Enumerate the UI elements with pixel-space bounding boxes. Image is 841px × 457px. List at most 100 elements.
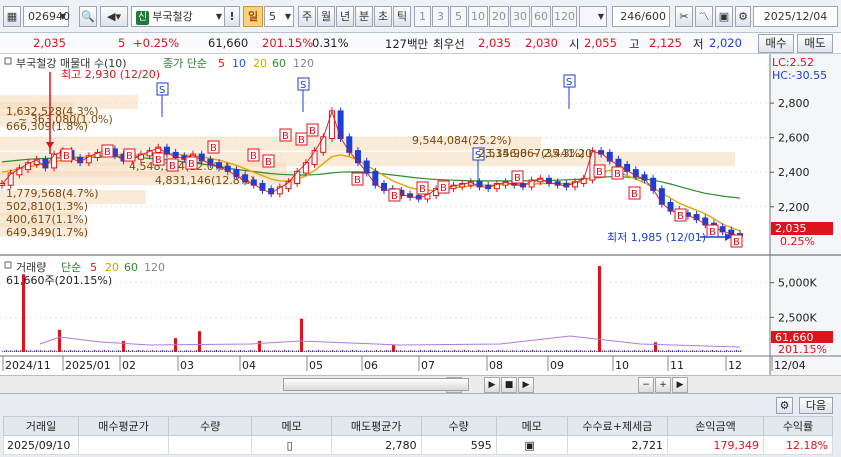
zoom-out-button[interactable]: − [638,377,654,393]
volume-bar [32,350,34,352]
col-sell-qty[interactable]: 수량 [420,416,497,436]
chart-type-icon[interactable]: 〽 [695,6,713,27]
minute-120-button[interactable]: 120 [552,6,577,27]
period-second-button[interactable]: 초 [374,6,392,27]
volume-bar [244,350,246,352]
scroll-end-button[interactable]: ▶ [672,377,688,393]
minute-10-button[interactable]: 10 [468,6,488,27]
volume-bar [220,350,222,352]
tools-icon[interactable]: ✂ [675,6,693,27]
x-tick-label: 12/04 [774,359,806,372]
buy-memo-icon[interactable]: ▯ [251,435,332,455]
volume-bar [572,350,574,352]
next-button[interactable]: 다음 [799,397,833,414]
speaker-icon[interactable]: ◀▾ [100,6,128,27]
volume-bar [710,350,712,352]
minute-60-button[interactable]: 60 [531,6,551,27]
period-day-button[interactable]: 일 [243,6,263,27]
minute-20-button[interactable]: 20 [489,6,509,27]
volume-bar [86,350,88,352]
volume-bar [68,350,70,352]
sell-button[interactable]: 매도 [797,34,833,53]
stock-tag-badge: 신 [136,11,150,25]
volume-bar [356,350,358,352]
col-trade-date[interactable]: 거래일 [2,416,80,436]
volume-bar [204,350,206,352]
col-buy-memo[interactable]: 메모 [251,416,332,436]
buy-marker-text: B [155,155,162,166]
period-tick-button[interactable]: 틱 [393,6,411,27]
menu-grid-icon[interactable]: ▦ [3,6,21,27]
volume-bar [368,350,370,352]
minute-1-button[interactable]: 1 [414,6,431,27]
volume-bar [626,350,628,352]
volume-bar [70,349,72,352]
period-month-button[interactable]: 월 [317,6,335,27]
buy-marker-text: B [265,157,272,168]
best-label: 최우선 [433,37,465,51]
play-button[interactable]: ▶ [484,377,500,393]
buy-marker-text: B [298,135,305,146]
period-week-button[interactable]: 주 [298,6,316,27]
settings-icon[interactable]: ⚙ [776,397,793,414]
search-icon[interactable]: 🔍 [79,6,97,27]
date-field[interactable]: 2025/12/04 [753,6,838,27]
volume-bar [262,350,264,352]
stock-code-input[interactable]: 026940 ▼ [23,6,70,27]
col-buy-qty[interactable]: 수량 [167,416,253,436]
volume-bar [338,351,340,352]
buy-marker-text: B [733,237,740,248]
volume-bar [164,350,166,352]
scroll-thumb[interactable] [283,378,469,391]
period-year-button[interactable]: 년 [336,6,354,27]
stock-name-field[interactable]: 신 부국철강 ▼ [131,6,225,27]
chevron-down-icon[interactable]: ▼ [598,7,604,26]
chart-scrollbar[interactable]: ◀ ▶ ■ ▶ − + ▶ [0,375,841,393]
period-minute-button[interactable]: 분 [355,6,373,27]
volume-bar [354,350,356,352]
col-sell-avg[interactable]: 매도평균가 [330,416,422,436]
volume-bar [492,350,494,352]
volume-bar [596,351,598,352]
volume-bar [720,350,722,352]
buy-button[interactable]: 매수 [758,34,794,53]
volume-bar [444,350,446,352]
sell-memo-icon[interactable]: ▣ [495,435,568,455]
chevron-down-icon[interactable]: ▼ [216,7,222,26]
col-yield[interactable]: 수익률 [763,416,833,436]
minute-5-button[interactable]: 5 [450,6,467,27]
col-sell-memo[interactable]: 메모 [495,416,568,436]
col-buy-avg[interactable]: 매수평균가 [78,416,169,436]
volume-bar [414,350,416,352]
zoom-in-button[interactable]: + [655,377,671,393]
volume-bar [542,351,544,352]
quote-bar: 2,035 5 +0.25% 61,660 201.15% 0.31% 127백… [0,33,841,54]
gear-icon[interactable]: ⚙ [735,6,751,27]
minute-30-button[interactable]: 30 [510,6,530,27]
col-fees[interactable]: 수수료+제세금 [566,416,668,436]
col-pnl[interactable]: 손익금액 [666,416,765,436]
count-field[interactable]: 246/600 [612,6,670,27]
volume-bar [290,350,292,352]
volume-bar [558,350,560,352]
current-volume-label: 61,660주(201.15%) [6,274,112,287]
alert-button[interactable]: ! [224,6,240,27]
chevron-down-icon[interactable]: ▼ [60,7,66,26]
period-combo[interactable]: ▼ [579,6,607,27]
scroll-right-button[interactable]: ▶ [518,377,534,393]
volume-bar [346,350,348,352]
volume-bar [682,350,684,352]
candle-body [337,110,344,140]
stop-button[interactable]: ■ [501,377,517,393]
chart-area[interactable]: 1,632,528(4.3%) ~ 363,080(1.0%) 666,309(1.… [0,54,841,375]
volume-bar [734,350,736,352]
save-icon[interactable]: ▣ [715,6,733,27]
minute-3-button[interactable]: 3 [432,6,449,27]
period-count-select[interactable]: 5 ▼ [264,6,294,27]
cell-sell-qty: 595 [420,435,497,455]
table-row[interactable]: 2025/09/10 ▯ 2,780 595 ▣ 2,721 179,349 1… [2,435,833,455]
chevron-down-icon[interactable]: ▼ [285,7,291,26]
stock-chart[interactable]: 1,632,528(4.3%)~ 363,080(1.0%)666,309(1.… [0,54,841,375]
volume-bar [126,350,128,352]
volume-bar [550,350,552,352]
